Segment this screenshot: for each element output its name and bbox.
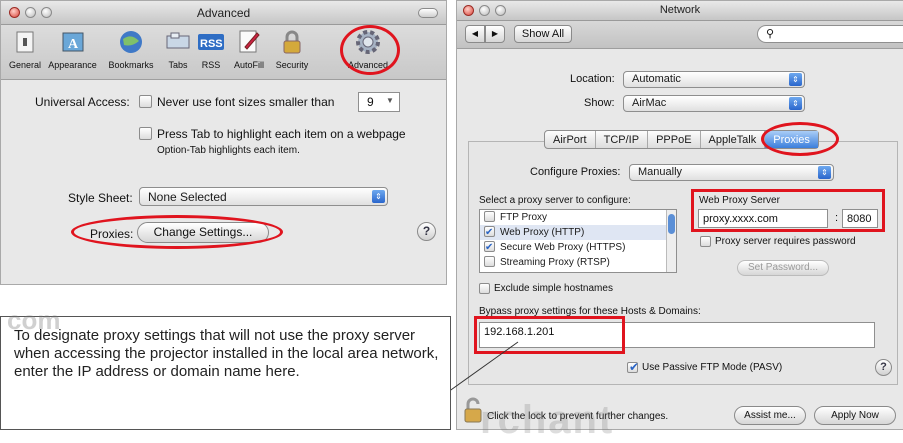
list-item[interactable]: Secure Web Proxy (HTTPS)	[480, 240, 676, 255]
toolbar-security[interactable]: Security	[269, 28, 315, 70]
streaming-proxy-checkbox[interactable]	[484, 256, 495, 267]
search-icon: ⚲	[766, 28, 775, 40]
press-tab-hint: Option-Tab highlights each item.	[157, 145, 300, 156]
exclude-simple-checkbox[interactable]	[479, 283, 490, 294]
bookmarks-icon	[117, 28, 145, 56]
bypass-label: Bypass proxy settings for these Hosts & …	[479, 306, 701, 317]
network-tabs: AirPort TCP/IP PPPoE AppleTalk Proxies	[544, 130, 819, 149]
min-font-label: Never use font sizes smaller than	[157, 95, 335, 109]
toolbar-general[interactable]: General	[5, 28, 45, 70]
exclude-simple-label: Exclude simple hostnames	[494, 283, 613, 294]
location-label: Location:	[570, 73, 615, 85]
help-button[interactable]: ?	[875, 359, 892, 376]
toolbar-autofill[interactable]: AutoFill	[227, 28, 271, 70]
show-all-button[interactable]: Show All	[514, 25, 572, 43]
autofill-icon	[235, 28, 263, 56]
toolbar-advanced[interactable]: Advanced	[341, 28, 395, 70]
svg-text:A: A	[68, 37, 79, 52]
window-title: Network	[659, 4, 701, 16]
min-font-checkbox[interactable]	[139, 95, 152, 108]
select-proxy-label: Select a proxy server to configure:	[479, 195, 631, 206]
proxy-list[interactable]: FTP Proxy Web Proxy (HTTP) Secure Web Pr…	[479, 209, 677, 273]
callout-line	[447, 341, 519, 393]
popup-arrows-icon: ⇕	[789, 97, 802, 110]
popup-arrows-icon: ⇕	[372, 190, 385, 203]
web-proxy-server-label: Web Proxy Server	[699, 195, 780, 206]
list-scrollbar[interactable]	[666, 210, 676, 272]
apply-now-button[interactable]: Apply Now	[814, 406, 896, 425]
secure-web-proxy-checkbox[interactable]	[484, 240, 495, 255]
toolbar-tabs[interactable]: Tabs	[161, 28, 195, 70]
passive-ftp-label: Use Passive FTP Mode (PASV)	[642, 362, 783, 373]
general-icon	[11, 28, 39, 56]
rss-icon: RSS	[197, 28, 225, 56]
preferences-toolbar: General A Appearance Bookmarks Tabs RSS …	[1, 25, 446, 80]
tab-tcpip[interactable]: TCP/IP	[596, 131, 649, 148]
requires-password-checkbox[interactable]	[700, 236, 711, 247]
watermark-bottom: rchant	[480, 398, 615, 442]
press-tab-label: Press Tab to highlight each item on a we…	[157, 127, 406, 141]
toolbar-rss[interactable]: RSS RSS	[194, 28, 228, 70]
style-sheet-popup[interactable]: None Selected ⇕	[139, 187, 388, 206]
show-label: Show:	[584, 97, 615, 109]
caption-box: com To designate proxy settings that wil…	[0, 307, 451, 430]
web-proxy-checkbox[interactable]	[484, 225, 495, 240]
help-button[interactable]: ?	[417, 222, 436, 241]
web-proxy-host-field[interactable]: proxy.xxxx.com	[698, 209, 828, 228]
web-proxy-port-field[interactable]: 8080	[842, 209, 878, 228]
tab-appletalk[interactable]: AppleTalk	[701, 131, 766, 148]
toolbar-bookmarks[interactable]: Bookmarks	[104, 28, 158, 70]
list-item[interactable]: FTP Proxy	[480, 210, 676, 225]
gear-icon	[354, 28, 382, 56]
network-preferences-window: Network ◀ ▶ Show All ⚲ Location: Automat…	[456, 0, 903, 430]
forward-button[interactable]: ▶	[485, 25, 505, 43]
back-button[interactable]: ◀	[465, 25, 485, 43]
requires-password-label: Proxy server requires password	[715, 236, 856, 247]
popup-arrows-icon: ⇕	[789, 73, 802, 86]
port-separator: :	[835, 212, 839, 224]
security-icon	[278, 28, 306, 56]
configure-proxies-label: Configure Proxies:	[530, 166, 621, 178]
passive-ftp-checkbox[interactable]	[627, 360, 639, 374]
popup-arrows-icon: ⇕	[818, 166, 831, 179]
window-title: Advanced	[196, 6, 251, 20]
network-toolbar: ◀ ▶ Show All ⚲	[457, 21, 903, 49]
caption-text: To designate proxy settings that will no…	[14, 327, 439, 380]
svg-text:RSS: RSS	[200, 38, 223, 50]
advanced-preferences-window: Advanced General A Appearance Bookmarks …	[0, 0, 447, 285]
configure-proxies-popup[interactable]: Manually ⇕	[629, 164, 834, 181]
ftp-proxy-checkbox[interactable]	[484, 211, 495, 222]
tab-airport[interactable]: AirPort	[545, 131, 596, 148]
list-item[interactable]: Streaming Proxy (RTSP)	[480, 255, 676, 270]
assist-me-button[interactable]: Assist me...	[734, 406, 806, 425]
tab-pppoe[interactable]: PPPoE	[648, 131, 701, 148]
change-settings-button[interactable]: Change Settings...	[137, 222, 269, 243]
title-bar: Network	[457, 1, 903, 21]
style-sheet-label: Style Sheet:	[68, 191, 133, 205]
list-item[interactable]: Web Proxy (HTTP)	[480, 225, 676, 240]
search-input[interactable]: ⚲	[757, 25, 903, 43]
appearance-icon: A	[59, 28, 87, 56]
proxies-label: Proxies:	[90, 227, 134, 241]
tabs-icon	[164, 28, 192, 56]
set-password-button[interactable]: Set Password...	[737, 260, 829, 276]
location-popup[interactable]: Automatic ⇕	[623, 71, 805, 88]
universal-access-label: Universal Access:	[35, 95, 130, 109]
chevron-down-icon: ▼	[386, 96, 394, 105]
bypass-field[interactable]: 192.168.1.201	[479, 322, 875, 348]
show-popup[interactable]: AirMac ⇕	[623, 95, 805, 112]
title-bar: Advanced	[1, 1, 446, 25]
toolbar-toggle-button[interactable]	[418, 8, 438, 18]
press-tab-checkbox[interactable]	[139, 127, 152, 140]
toolbar-appearance[interactable]: A Appearance	[45, 28, 100, 70]
tab-proxies[interactable]: Proxies	[765, 131, 818, 148]
